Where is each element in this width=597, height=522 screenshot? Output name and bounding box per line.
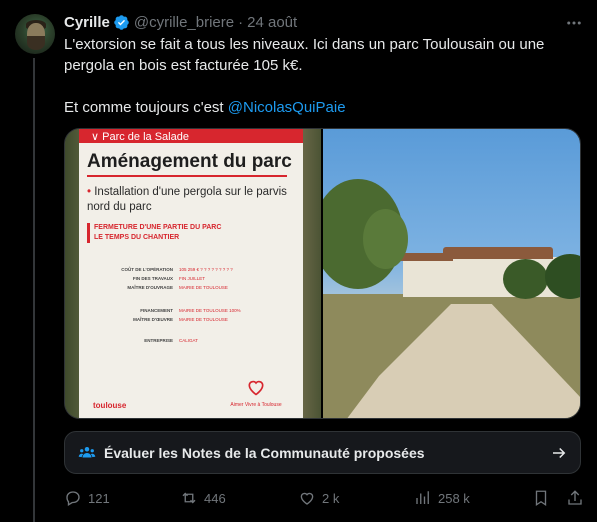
- sign-row: ENTREPRISE CALIGAT: [144, 338, 198, 343]
- more-options-icon[interactable]: [565, 14, 583, 32]
- construction-sign: ∨ Parc de la Salade Aménagement du parc …: [79, 129, 303, 418]
- repost-icon: [182, 492, 196, 504]
- sign-band-text: Parc de la Salade: [102, 131, 189, 143]
- photo-park[interactable]: [323, 129, 580, 418]
- heart-logo-icon: [248, 380, 264, 396]
- sign-rule: [87, 175, 287, 177]
- reply-count: 121: [88, 490, 110, 506]
- repost-count: 446: [204, 490, 226, 506]
- tweet-text-line-3: Et comme toujours c'est @NicolasQuiPaie: [64, 97, 584, 118]
- park-tree: [363, 209, 408, 269]
- aimer-vivre-text: Aimer Vivre à Toulouse: [230, 402, 282, 408]
- park-roof: [443, 247, 553, 259]
- community-notes-button[interactable]: Évaluer les Notes de la Communauté propo…: [64, 431, 581, 474]
- views-button[interactable]: 258 k: [414, 488, 470, 508]
- author-handle[interactable]: @cyrille_briere: [134, 14, 234, 31]
- heart-icon: [300, 492, 314, 505]
- community-notes-label: Évaluer les Notes de la Communauté propo…: [104, 444, 425, 461]
- sign-row: MAÎTRE D'OUVRAGE MAIRIE DE TOULOUSE: [127, 285, 228, 290]
- aimer-vivre-logo: Aimer Vivre à Toulouse: [221, 377, 291, 408]
- like-count: 2 k: [322, 490, 340, 506]
- sign-row: MAÎTRE D'ŒUVRE MAIRIE DE TOULOUSE: [133, 317, 228, 322]
- verified-badge-icon: [114, 14, 129, 30]
- share-icon: [568, 490, 582, 505]
- tweet-date[interactable]: 24 août: [247, 14, 297, 31]
- sign-bullet-text: Installation d'une pergola sur le parvis…: [87, 186, 287, 213]
- sign-closure-line-2: LE TEMPS DU CHANTIER: [94, 234, 180, 241]
- thread-line: [33, 58, 35, 522]
- like-button[interactable]: 2 k: [298, 488, 339, 508]
- sign-info-table: COÛT DE L'OPÉRATION 105 259 € ? ? ? ? ? ?…: [95, 265, 291, 345]
- tweet-text-prefix: Et comme toujours c'est: [64, 99, 228, 116]
- bookmark-button[interactable]: [532, 488, 550, 508]
- sign-closure-line-1: FERMETURE D'UNE PARTIE DU PARC: [94, 224, 222, 231]
- reply-button[interactable]: 121: [64, 488, 110, 508]
- tweet-text-blank: [64, 76, 584, 97]
- tweet-text-line-1: L'extorsion se fait a tous les niveaux. …: [64, 36, 545, 53]
- tweet-header: Cyrille @cyrille_briere · 24 août: [64, 12, 297, 32]
- photo-sign[interactable]: ∨ Parc de la Salade Aménagement du parc …: [65, 129, 322, 418]
- bookmark-icon: [535, 490, 547, 507]
- toulouse-logo: toulouse: [93, 401, 127, 410]
- mention-link[interactable]: @NicolasQuiPaie: [228, 99, 346, 116]
- sign-row: FIN DES TRAVAUX FIN JUILLET: [132, 276, 206, 281]
- tweet-text: L'extorsion se fait a tous les niveaux. …: [64, 34, 584, 118]
- park-tree: [503, 259, 548, 299]
- sign-bullet: • Installation d'une pergola sur le parv…: [87, 186, 287, 213]
- sign-row: FINANCEMENT MAIRIE DE TOULOUSE 100%: [140, 308, 241, 313]
- reply-icon: [66, 491, 80, 506]
- arrow-right-icon: [553, 447, 566, 459]
- views-chart-icon: [416, 491, 429, 504]
- views-count: 258 k: [438, 490, 470, 506]
- tweet-media: ∨ Parc de la Salade Aménagement du parc …: [64, 128, 581, 419]
- sign-title: Aménagement du parc: [87, 151, 292, 172]
- repost-button[interactable]: 446: [180, 488, 226, 508]
- sign-closure: FERMETURE D'UNE PARTIE DU PARC LE TEMPS …: [87, 223, 221, 243]
- share-button[interactable]: [566, 488, 584, 508]
- sign-band: ∨ Parc de la Salade: [79, 129, 303, 143]
- tweet-actions: 121 446 2 k 258 k: [64, 488, 584, 508]
- author-name[interactable]: Cyrille: [64, 14, 110, 31]
- sign-row: COÛT DE L'OPÉRATION 105 259 € ? ? ? ? ? ?…: [121, 267, 233, 272]
- header-separator: ·: [238, 13, 244, 31]
- community-people-icon: [78, 446, 96, 457]
- avatar[interactable]: [15, 14, 55, 54]
- tweet-text-line-2: pergola en bois est facturée 105 k€.: [64, 57, 303, 74]
